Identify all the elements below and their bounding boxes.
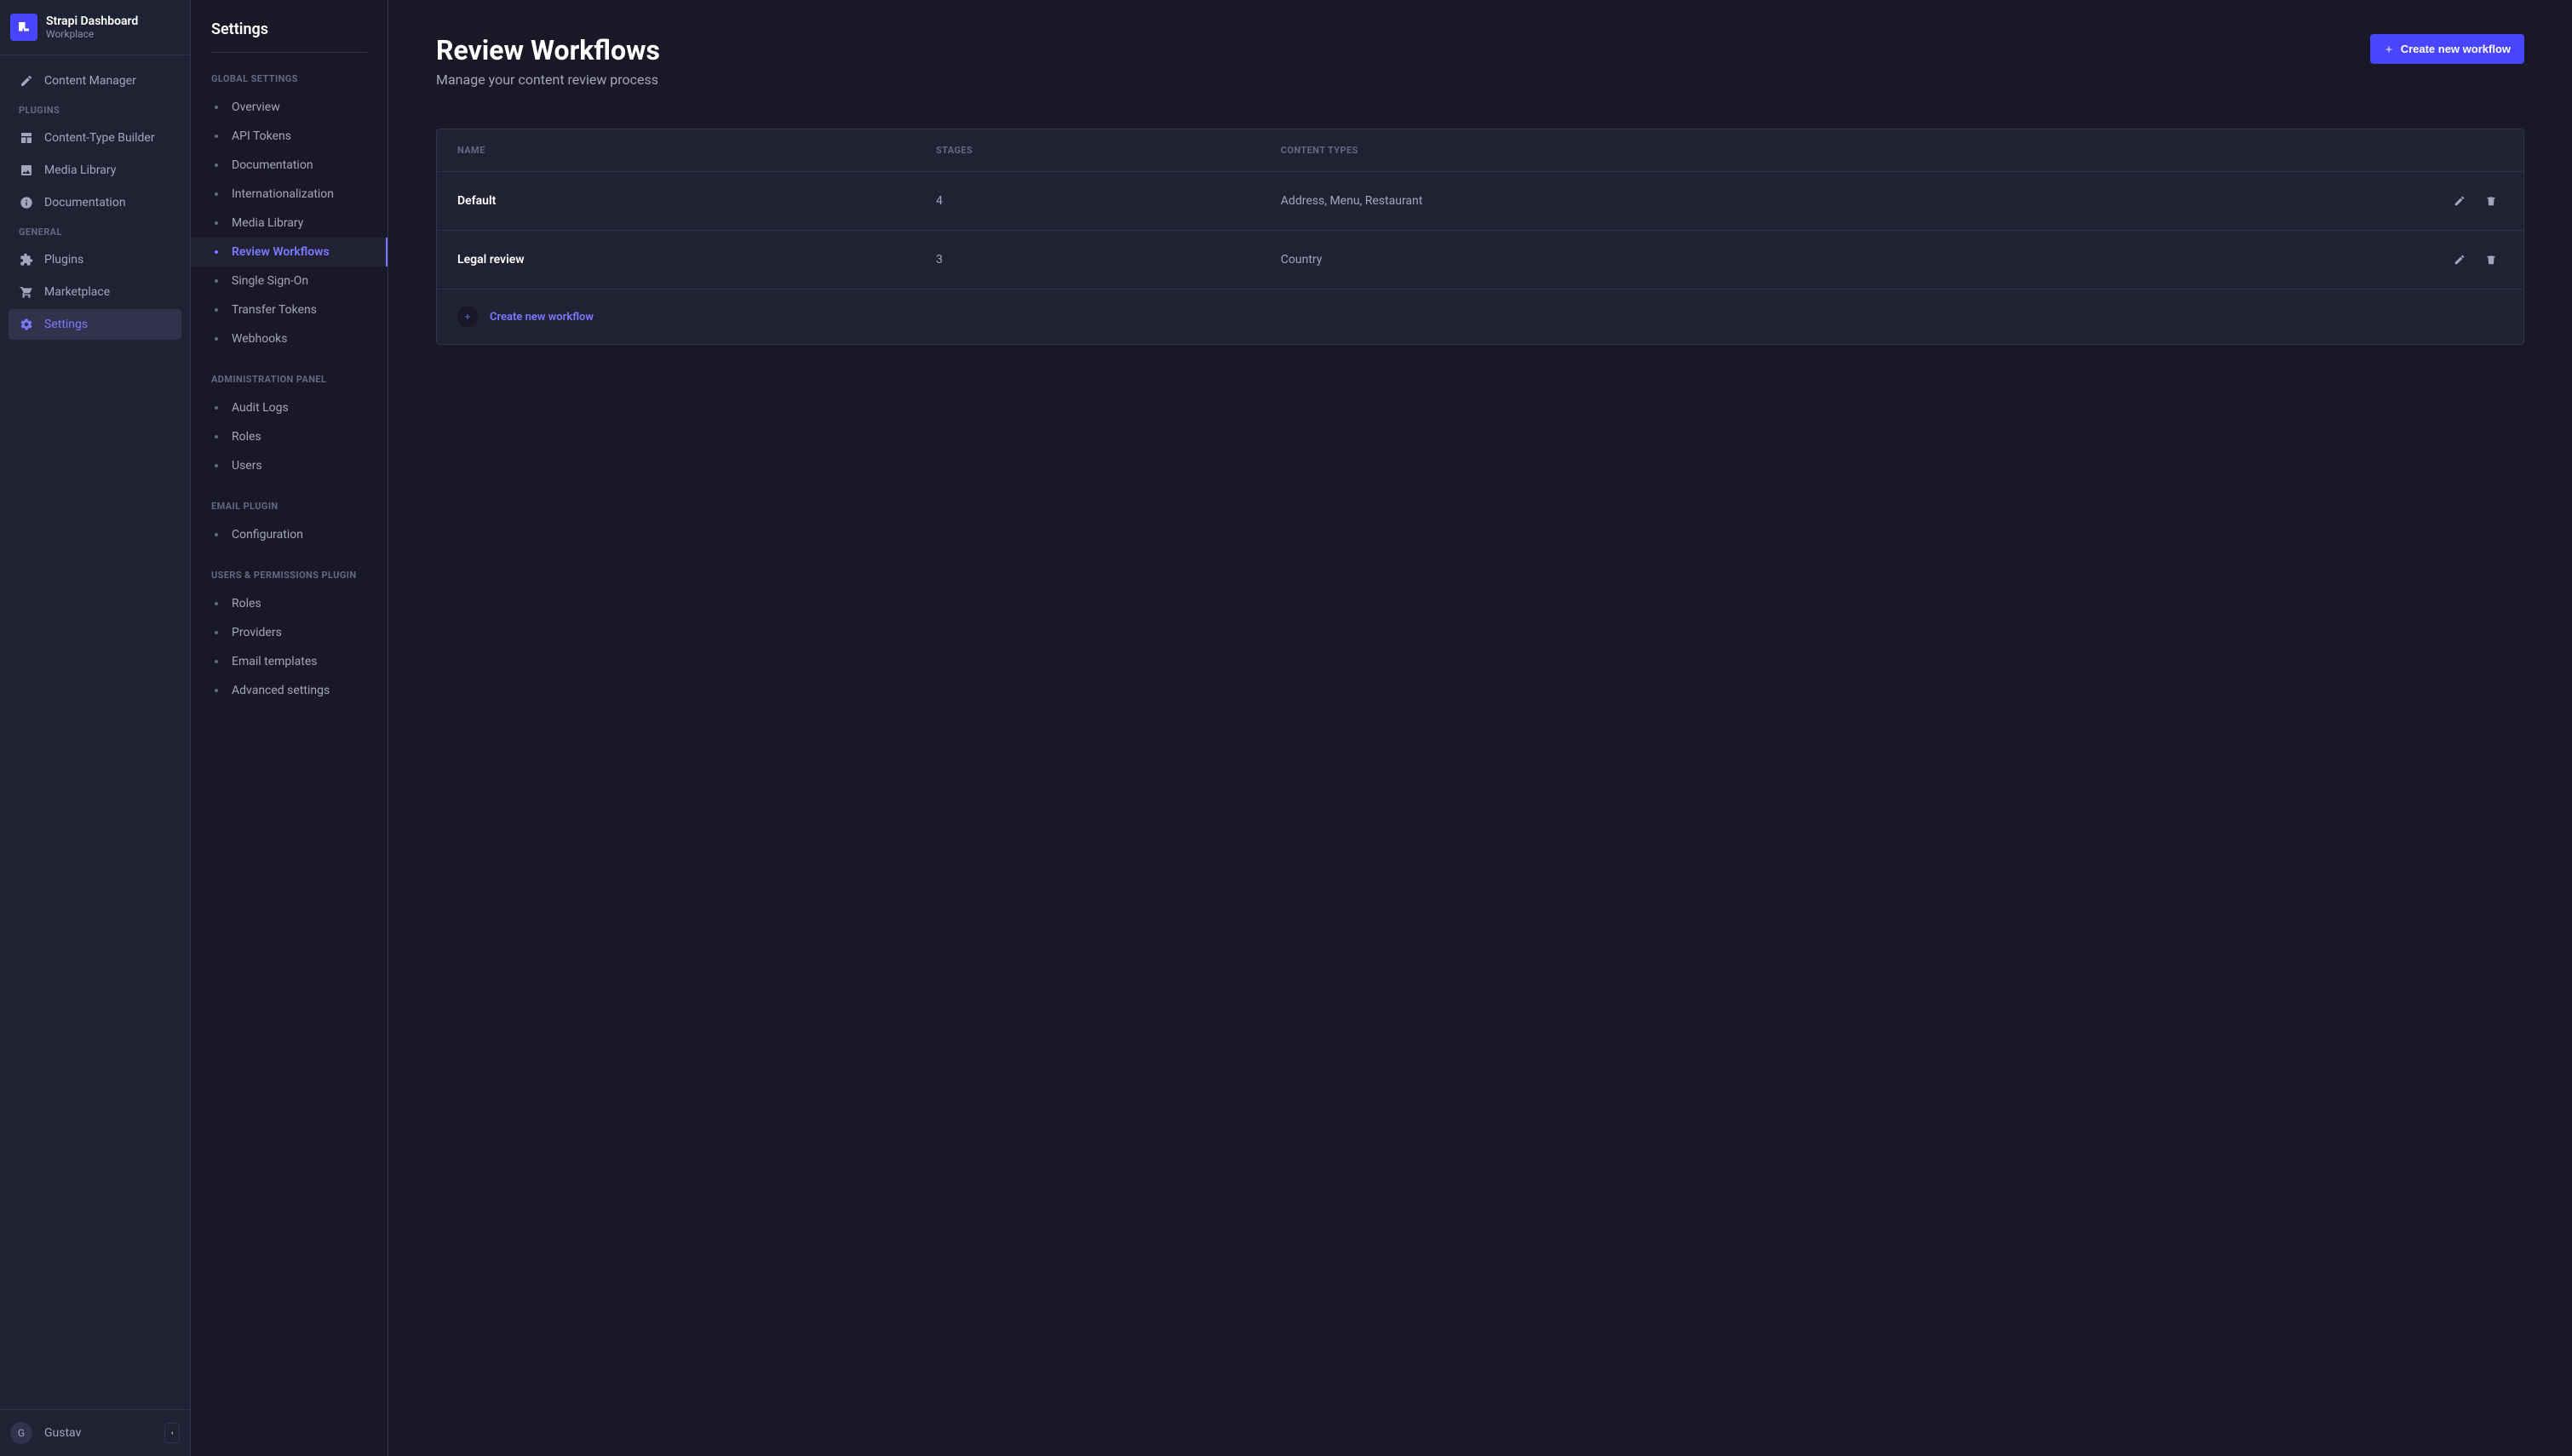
nav-settings[interactable]: Settings bbox=[9, 309, 181, 340]
sidebar-footer: G Gustav bbox=[0, 1409, 190, 1456]
brand-title: Strapi Dashboard bbox=[46, 14, 138, 28]
pencil-icon bbox=[2454, 254, 2466, 266]
create-workflow-row[interactable]: Create new workflow bbox=[437, 289, 2523, 344]
primary-sidebar: Strapi Dashboard Workplace Content Manag… bbox=[0, 0, 191, 1456]
nav-label: Settings bbox=[44, 318, 88, 331]
settings-item-advanced-settings[interactable]: Advanced settings bbox=[211, 676, 367, 705]
user-avatar[interactable]: G bbox=[10, 1422, 32, 1444]
settings-item-media-library[interactable]: Media Library bbox=[211, 209, 367, 238]
image-icon bbox=[19, 163, 34, 178]
settings-item-audit-logs[interactable]: Audit Logs bbox=[211, 393, 367, 422]
delete-button[interactable] bbox=[2479, 248, 2503, 272]
cell-content-types: Country bbox=[1260, 231, 2072, 289]
info-icon bbox=[19, 195, 34, 210]
brand-subtitle: Workplace bbox=[46, 28, 138, 40]
plus-circle-icon bbox=[457, 307, 478, 327]
nav-section-general-label: General bbox=[9, 220, 181, 244]
settings-item-email-config[interactable]: Configuration bbox=[211, 520, 367, 549]
primary-nav: Content Manager Plugins Content-Type Bui… bbox=[0, 55, 190, 1409]
table-row[interactable]: Default 4 Address, Menu, Restaurant bbox=[437, 172, 2523, 231]
chevron-left-icon bbox=[169, 1430, 175, 1436]
brand-block: Strapi Dashboard Workplace bbox=[0, 0, 190, 55]
section-admin-panel-label: Administration Panel bbox=[211, 374, 367, 385]
settings-item-webhooks[interactable]: Webhooks bbox=[211, 324, 367, 353]
edit-button[interactable] bbox=[2448, 189, 2472, 213]
puzzle-icon bbox=[19, 252, 34, 267]
settings-item-transfer-tokens[interactable]: Transfer Tokens bbox=[211, 295, 367, 324]
gear-icon bbox=[19, 317, 34, 332]
nav-label: Media Library bbox=[44, 163, 116, 177]
nav-label: Plugins bbox=[44, 253, 83, 267]
settings-item-email-templates[interactable]: Email templates bbox=[211, 647, 367, 676]
settings-item-single-sign-on[interactable]: Single Sign-On bbox=[211, 267, 367, 295]
settings-item-roles-up[interactable]: Roles bbox=[211, 589, 367, 618]
page-header: Review Workflows Manage your content rev… bbox=[436, 34, 2524, 88]
nav-plugins[interactable]: Plugins bbox=[9, 244, 181, 275]
settings-item-review-workflows[interactable]: Review Workflows bbox=[191, 238, 388, 267]
page-title: Review Workflows bbox=[436, 34, 660, 66]
collapse-sidebar-button[interactable] bbox=[164, 1423, 180, 1443]
nav-content-manager[interactable]: Content Manager bbox=[9, 66, 181, 96]
nav-media-library[interactable]: Media Library bbox=[9, 155, 181, 186]
create-row-label: Create new workflow bbox=[490, 311, 594, 324]
trash-icon bbox=[2485, 195, 2497, 207]
cart-icon bbox=[19, 284, 34, 300]
nav-label: Marketplace bbox=[44, 285, 110, 299]
workflows-panel: Name Stages Content Types Default 4 Addr… bbox=[436, 129, 2524, 345]
nav-content-type-builder[interactable]: Content-Type Builder bbox=[9, 123, 181, 153]
settings-item-documentation[interactable]: Documentation bbox=[211, 151, 367, 180]
user-name: Gustav bbox=[44, 1426, 164, 1440]
trash-icon bbox=[2485, 254, 2497, 266]
cell-stages: 3 bbox=[916, 231, 1260, 289]
layout-icon bbox=[19, 130, 34, 146]
strapi-logo-icon bbox=[16, 20, 32, 35]
settings-item-api-tokens[interactable]: API Tokens bbox=[211, 122, 367, 151]
page-subtitle: Manage your content review process bbox=[436, 72, 660, 88]
workflows-table: Name Stages Content Types Default 4 Addr… bbox=[437, 129, 2523, 289]
col-content-types: Content Types bbox=[1260, 129, 2072, 172]
pencil-icon bbox=[2454, 195, 2466, 207]
nav-label: Documentation bbox=[44, 196, 126, 209]
main-content: Review Workflows Manage your content rev… bbox=[388, 0, 2572, 1456]
settings-item-users-admin[interactable]: Users bbox=[211, 451, 367, 480]
col-actions bbox=[2071, 129, 2523, 172]
cell-content-types: Address, Menu, Restaurant bbox=[1260, 172, 2072, 231]
settings-item-internationalization[interactable]: Internationalization bbox=[211, 180, 367, 209]
edit-button[interactable] bbox=[2448, 248, 2472, 272]
pencil-icon bbox=[19, 73, 34, 89]
nav-label: Content-Type Builder bbox=[44, 131, 155, 145]
nav-documentation[interactable]: Documentation bbox=[9, 187, 181, 218]
brand-logo bbox=[10, 14, 37, 41]
cell-name: Legal review bbox=[437, 231, 916, 289]
settings-item-overview[interactable]: Overview bbox=[211, 93, 367, 122]
section-global-settings-label: Global Settings bbox=[211, 73, 367, 84]
cell-stages: 4 bbox=[916, 172, 1260, 231]
settings-sidebar: Settings Global Settings Overview API To… bbox=[191, 0, 388, 1456]
table-row[interactable]: Legal review 3 Country bbox=[437, 231, 2523, 289]
section-email-plugin-label: Email Plugin bbox=[211, 501, 367, 512]
settings-item-roles-admin[interactable]: Roles bbox=[211, 422, 367, 451]
section-users-permissions-label: Users & Permissions Plugin bbox=[211, 570, 367, 581]
nav-marketplace[interactable]: Marketplace bbox=[9, 277, 181, 307]
nav-section-plugins-label: Plugins bbox=[9, 98, 181, 123]
settings-sidebar-title: Settings bbox=[211, 20, 367, 53]
col-name: Name bbox=[437, 129, 916, 172]
plus-icon bbox=[2384, 44, 2394, 54]
cell-name: Default bbox=[437, 172, 916, 231]
nav-label: Content Manager bbox=[44, 74, 136, 88]
col-stages: Stages bbox=[916, 129, 1260, 172]
delete-button[interactable] bbox=[2479, 189, 2503, 213]
button-label: Create new workflow bbox=[2401, 43, 2511, 55]
settings-item-providers[interactable]: Providers bbox=[211, 618, 367, 647]
create-workflow-button[interactable]: Create new workflow bbox=[2370, 34, 2524, 64]
